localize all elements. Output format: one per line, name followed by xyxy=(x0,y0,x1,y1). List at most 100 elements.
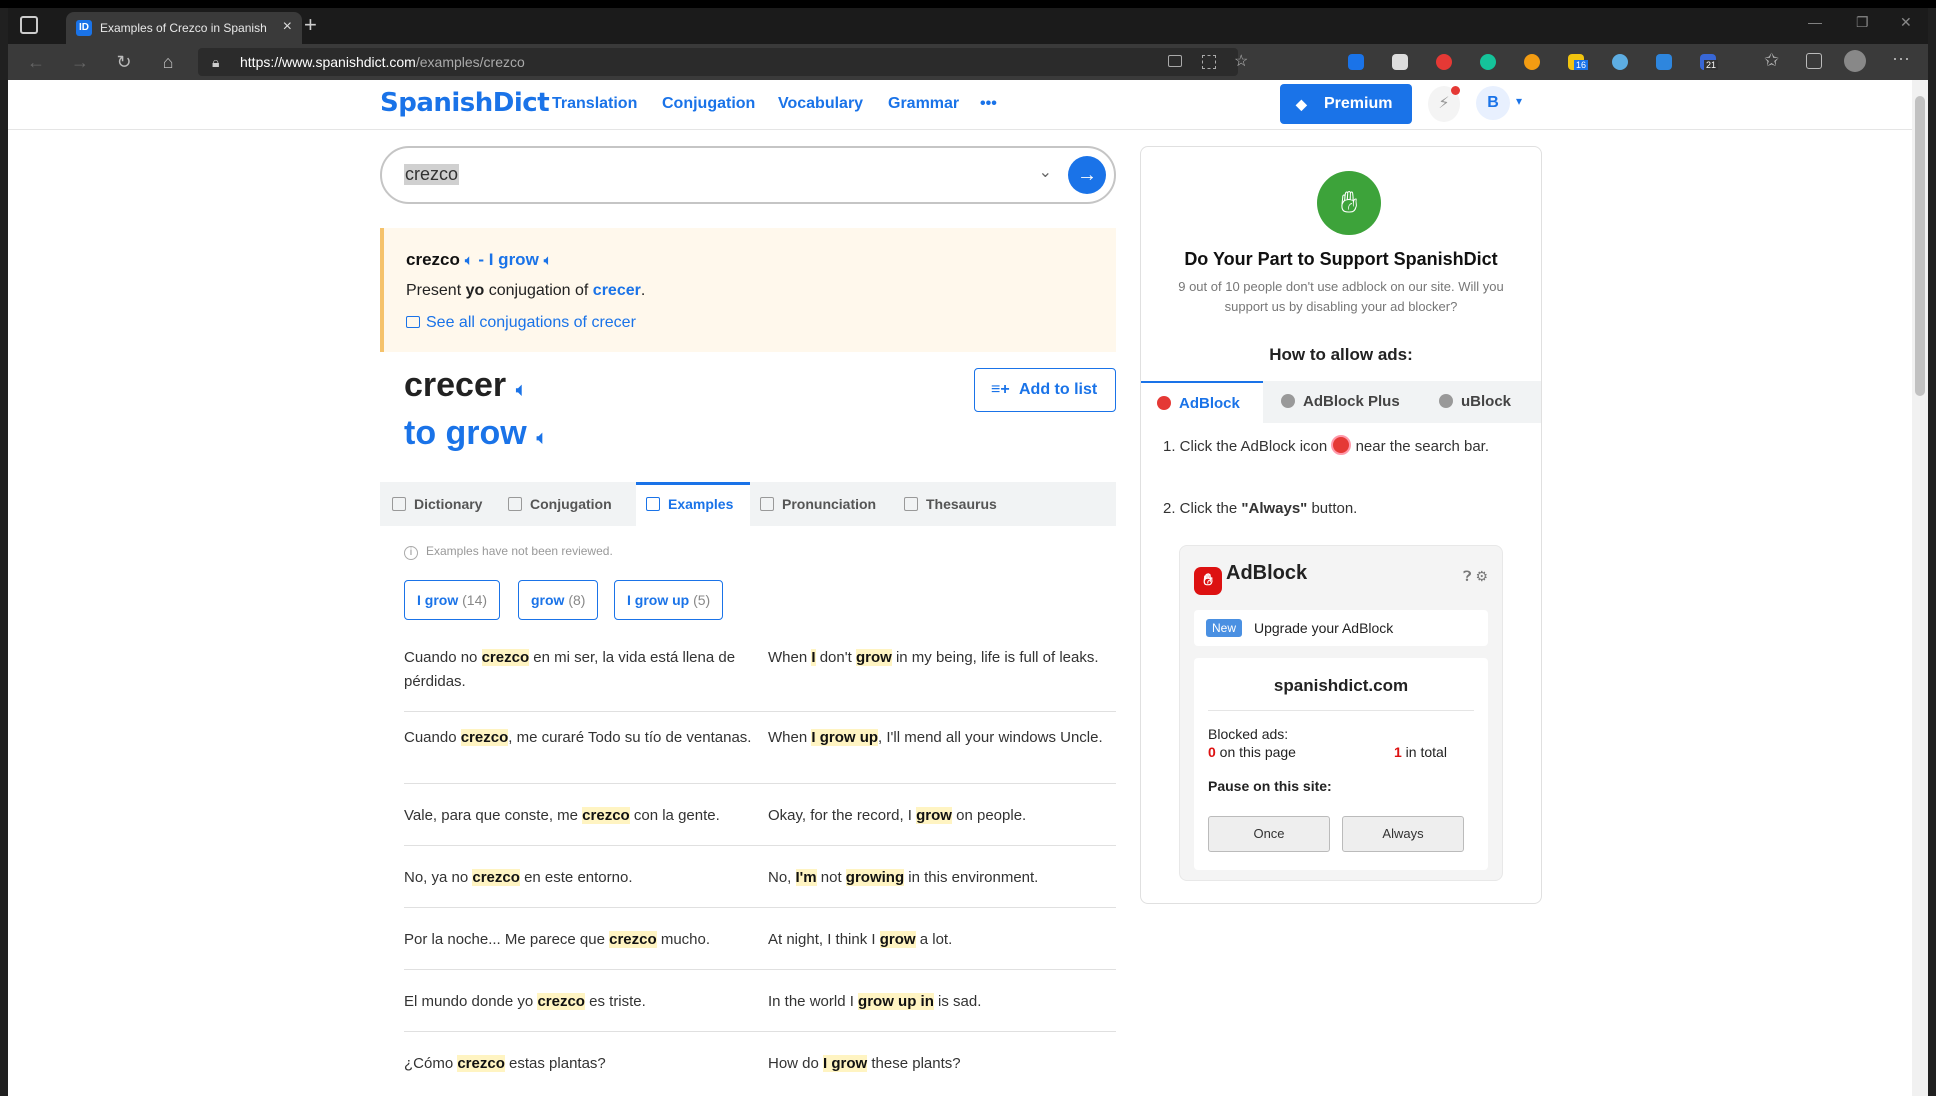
nav-conjugation[interactable]: Conjugation xyxy=(662,95,755,113)
conjugated-translation[interactable]: I grow xyxy=(489,250,539,269)
stop-hand-icon: ✋︎ xyxy=(1194,567,1222,595)
filter-chip[interactable]: I grow (14) xyxy=(404,580,501,620)
calendar-extension-icon[interactable] xyxy=(1656,54,1672,70)
speaker-icon[interactable]: 🔈︎ xyxy=(544,252,553,269)
qr-code-icon[interactable] xyxy=(1202,55,1216,69)
gear-icon: ⚙︎ xyxy=(1475,568,1488,584)
speaker-icon[interactable]: 🔈︎ xyxy=(536,427,548,449)
example-english: How do I grow these plants? xyxy=(768,1055,961,1072)
more-menu-icon[interactable]: ··· xyxy=(1892,48,1910,69)
premium-button[interactable]: ◆ Premium xyxy=(1280,84,1412,124)
add-favorite-icon[interactable]: ☆ xyxy=(1234,51,1248,71)
search-input[interactable]: crezco ⌄ → xyxy=(380,146,1116,204)
instruction-step-2: 2. Click the "Always" button. xyxy=(1163,497,1513,521)
desc-pronoun: yo xyxy=(465,282,485,299)
user-avatar[interactable]: B xyxy=(1476,86,1510,120)
chevron-down-icon[interactable]: ▾ xyxy=(1516,94,1522,108)
profile-avatar-icon[interactable] xyxy=(1844,50,1866,72)
on-page-count: 0 on this page xyxy=(1208,744,1296,760)
chip-label: I grow up xyxy=(627,592,690,608)
nav-more-icon[interactable]: ••• xyxy=(980,95,997,113)
tab-ublock[interactable]: uBlock xyxy=(1439,381,1511,423)
chip-count: (8) xyxy=(568,592,586,608)
table-icon xyxy=(406,316,420,328)
example-english: When I don't grow in my being, life is f… xyxy=(768,649,1099,666)
panel-icons: ❓︎ ⚙︎ xyxy=(1463,568,1488,585)
scrollbar-thumb[interactable] xyxy=(1915,96,1925,396)
translation-text[interactable]: to grow xyxy=(404,414,527,452)
adblock-logo: ✋︎ AdBlock xyxy=(1194,562,1307,595)
favorites-icon[interactable]: ✩ xyxy=(1764,50,1779,71)
media-extension-icon[interactable] xyxy=(1392,54,1408,70)
minimize-button[interactable]: — xyxy=(1808,14,1822,30)
conjugation-card: crezco 🔈︎ - I grow 🔈︎ Present yo conjuga… xyxy=(380,228,1116,352)
site-header: SpanishDict Translation Conjugation Voca… xyxy=(8,80,1912,130)
add-to-list-button[interactable]: ≡+ Add to list xyxy=(974,368,1116,412)
tab-pronunciation[interactable]: Pronunciation xyxy=(760,482,876,526)
tasks-extension-icon[interactable]: 21 xyxy=(1700,54,1719,70)
adblock-icon xyxy=(1157,396,1171,410)
step-text: 1. Click the AdBlock icon xyxy=(1163,438,1328,455)
forward-icon[interactable]: → xyxy=(66,50,94,74)
speaker-icon[interactable]: 🔈︎ xyxy=(465,252,474,269)
search-submit-button[interactable]: → xyxy=(1068,156,1106,194)
filter-chip[interactable]: grow (8) xyxy=(518,580,599,620)
window-edge xyxy=(1928,80,1936,1096)
close-window-button[interactable]: ✕ xyxy=(1900,14,1912,31)
infinitive-link[interactable]: crecer xyxy=(593,282,641,299)
folder-extension-icon[interactable]: 16 xyxy=(1568,54,1589,70)
example-english: At night, I think I grow a lot. xyxy=(768,931,953,948)
new-tab-button[interactable]: + xyxy=(304,12,317,38)
page-scrollbar[interactable] xyxy=(1912,80,1928,1096)
speaker-icon[interactable]: 🔈︎ xyxy=(516,379,528,401)
nav-translation[interactable]: Translation xyxy=(552,95,637,113)
nav-grammar[interactable]: Grammar xyxy=(888,95,959,113)
stop-hand-icon: ✋︎ xyxy=(1317,171,1381,235)
review-notice: i Examples have not been reviewed. xyxy=(404,544,613,560)
home-icon[interactable]: ⌂ xyxy=(154,50,182,74)
example-row: No, ya no crezco en este entorno. No, I'… xyxy=(404,846,1116,908)
tab-label: AdBlock xyxy=(1179,395,1240,412)
example-row: El mundo donde yo crezco es triste. In t… xyxy=(404,970,1116,1032)
restore-button[interactable]: ❐ xyxy=(1856,14,1869,31)
notifications-button[interactable]: ⚡︎ xyxy=(1428,86,1460,122)
chip-label: I grow xyxy=(417,592,459,608)
grammarly-extension-icon[interactable] xyxy=(1480,54,1496,70)
once-button: Once xyxy=(1208,816,1330,852)
tab-dictionary[interactable]: Dictionary xyxy=(392,482,482,526)
tab-adblock-plus[interactable]: AdBlock Plus xyxy=(1281,381,1400,423)
extension-icon[interactable] xyxy=(1524,54,1540,70)
quote-icon xyxy=(646,497,660,511)
tab-label: uBlock xyxy=(1461,393,1512,410)
tab-adblock[interactable]: AdBlock xyxy=(1141,381,1263,423)
tab-label: Pronunciation xyxy=(782,496,877,512)
address-bar[interactable]: 🔒︎ https://www.spanishdict.com/examples/… xyxy=(198,48,1248,76)
example-row: Vale, para que conste, me crezco con la … xyxy=(404,784,1116,846)
back-icon[interactable]: ← xyxy=(22,50,50,74)
url-host: https://www.spanishdict.com xyxy=(240,54,416,70)
adblock-extension-icon[interactable] xyxy=(1436,54,1452,70)
tab-conjugation[interactable]: Conjugation xyxy=(508,482,612,526)
tab-thesaurus[interactable]: Thesaurus xyxy=(904,482,997,526)
site-domain: spanishdict.com xyxy=(1273,676,1409,695)
refresh-icon[interactable]: ↻ xyxy=(110,50,138,74)
collections-icon[interactable] xyxy=(1806,53,1822,69)
tab-examples[interactable]: Examples xyxy=(636,482,750,526)
url-path: /examples/crezco xyxy=(415,54,525,70)
browser-tab[interactable]: ID Examples of Crezco in Spanish | S × xyxy=(66,12,302,44)
read-aloud-icon[interactable] xyxy=(1168,55,1182,67)
nav-vocabulary[interactable]: Vocabulary xyxy=(778,95,863,113)
bitwarden-extension-icon[interactable] xyxy=(1348,54,1364,70)
spanishdict-logo[interactable]: SpanishDict xyxy=(380,88,550,118)
example-spanish: Por la noche... Me parece que crezco muc… xyxy=(404,931,711,948)
tab-actions-icon[interactable] xyxy=(20,16,38,34)
example-spanish: No, ya no crezco en este entorno. xyxy=(404,869,633,886)
filter-chip[interactable]: I grow up (5) xyxy=(614,580,724,620)
example-spanish: ¿Cómo crezco estas plantas? xyxy=(404,1055,606,1072)
speaker-icon xyxy=(760,497,774,511)
chevron-down-icon[interactable]: ⌄ xyxy=(1039,162,1052,182)
dash: - xyxy=(473,250,489,269)
globe-extension-icon[interactable] xyxy=(1612,54,1628,70)
see-all-conjugations-link[interactable]: See all conjugations of crecer xyxy=(406,314,636,332)
tab-close-button[interactable]: × xyxy=(283,18,292,36)
